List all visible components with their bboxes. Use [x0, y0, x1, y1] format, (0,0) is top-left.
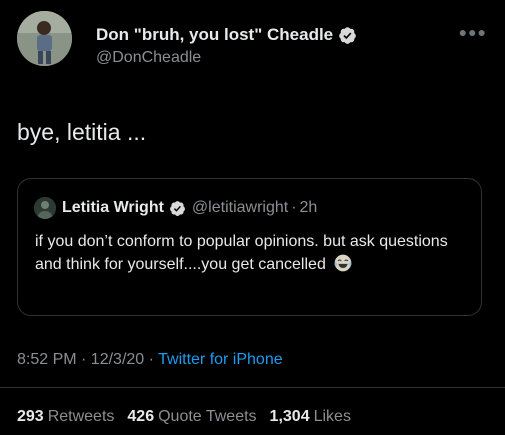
- quoted-tweet-card[interactable]: Letitia Wright @letitiawright · 2h if yo…: [17, 178, 482, 316]
- tweet-source-link[interactable]: Twitter for iPhone: [158, 351, 283, 368]
- verified-badge-icon: [339, 26, 356, 44]
- tweet-timestamp[interactable]: 8:52 PM · 12/3/20: [17, 351, 144, 368]
- quoted-author-name: Letitia Wright: [62, 199, 164, 216]
- quoted-tweet-text: if you don’t conform to popular opinions…: [35, 231, 475, 276]
- divider: [0, 387, 505, 388]
- likes-label: Likes: [313, 408, 351, 425]
- tweet-header: Don "bruh, you lost" Cheadle @DonCheadle: [96, 25, 357, 67]
- likes-count: 1,304: [269, 408, 310, 425]
- quoted-timestamp: 2h: [299, 199, 318, 216]
- quoted-tweet-body: if you don’t conform to popular opinions…: [35, 233, 448, 273]
- tweet-meta: 8:52 PM · 12/3/20 · Twitter for iPhone: [17, 350, 283, 370]
- likes-stat[interactable]: 1,304 Likes: [270, 407, 351, 427]
- author-handle[interactable]: @DonCheadle: [96, 48, 357, 67]
- quote-tweets-count: 426: [127, 408, 155, 425]
- tweet-text: bye, letitia ...: [17, 119, 147, 145]
- author-avatar[interactable]: [17, 11, 72, 66]
- quote-tweets-label: Quote Tweets: [158, 408, 257, 425]
- retweets-stat[interactable]: 293 Retweets: [17, 407, 114, 427]
- quoted-avatar-image: [34, 197, 56, 219]
- retweets-label: Retweets: [47, 408, 115, 425]
- author-name[interactable]: Don "bruh, you lost" Cheadle: [96, 25, 333, 45]
- avatar-image: [17, 11, 72, 66]
- meta-separator: ·: [148, 351, 154, 368]
- more-horizontal-icon[interactable]: ●●●: [459, 24, 487, 40]
- quote-tweets-stat[interactable]: 426 Quote Tweets: [127, 407, 256, 427]
- retweets-count: 293: [17, 408, 44, 425]
- face-with-tears-of-joy-icon: [334, 254, 352, 272]
- author-display-name[interactable]: Don "bruh, you lost" Cheadle: [96, 25, 357, 45]
- verified-badge-icon: [169, 200, 185, 216]
- quoted-separator: ·: [291, 199, 297, 216]
- tweet-stats: 293 Retweets 426 Quote Tweets 1,304 Likes: [17, 407, 351, 427]
- quoted-tweet-header: Letitia Wright @letitiawright · 2h: [34, 197, 317, 219]
- quoted-author-avatar: [34, 197, 56, 219]
- quoted-author-handle: @letitiawright: [191, 199, 289, 216]
